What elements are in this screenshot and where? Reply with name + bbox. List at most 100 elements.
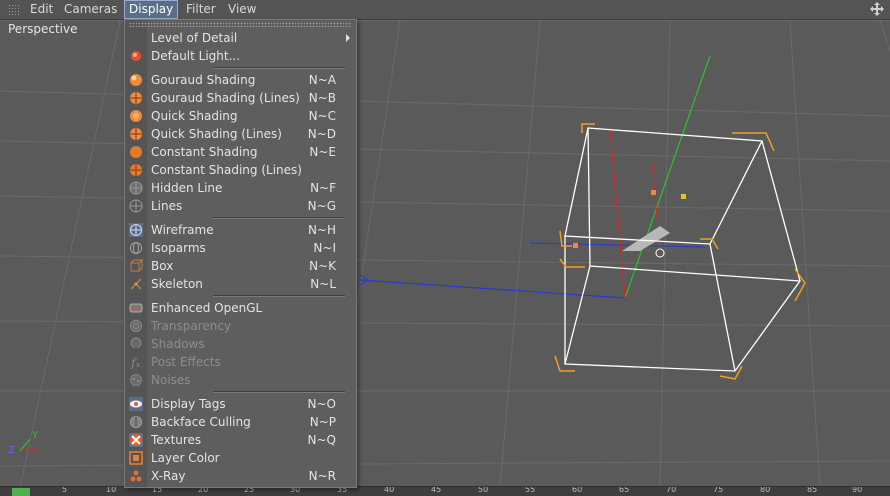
menu-item-label: Hidden Line bbox=[151, 181, 223, 195]
move-view-icon[interactable] bbox=[870, 2, 884, 16]
menu-item-quick-shading[interactable]: Quick Shading N~C bbox=[125, 107, 356, 125]
gouraud-shading-icon bbox=[130, 74, 142, 86]
lines-icon bbox=[129, 199, 143, 213]
menu-item-label: Box bbox=[151, 259, 174, 273]
menu-item-enhanced-opengl[interactable]: Enhanced OpenGL bbox=[125, 299, 356, 317]
menu-item-constant-shading-lines[interactable]: Constant Shading (Lines) bbox=[125, 161, 356, 179]
submenu-arrow-icon bbox=[346, 34, 350, 42]
menu-item-label: X-Ray bbox=[151, 469, 186, 483]
quick-shading-lines-icon bbox=[130, 128, 142, 140]
menu-item-shortcut: N~C bbox=[308, 109, 336, 123]
handle-point[interactable] bbox=[681, 194, 686, 199]
ruler-tick: 90 bbox=[852, 486, 863, 494]
menu-item-backface-culling[interactable]: Backface Culling N~P bbox=[125, 413, 356, 431]
viewport-label[interactable]: Perspective bbox=[8, 22, 78, 36]
ruler-tick: 80 bbox=[760, 486, 771, 494]
menu-item-level-of-detail[interactable]: Level of Detail bbox=[125, 29, 356, 47]
constant-shading-icon bbox=[130, 146, 142, 158]
gouraud-shading-lines-icon bbox=[130, 92, 142, 104]
menu-item-xray[interactable]: X-Ray N~R bbox=[125, 467, 356, 485]
menu-separator bbox=[213, 67, 345, 69]
menu-item-wireframe[interactable]: Wireframe N~H bbox=[125, 221, 356, 239]
menu-separator bbox=[213, 391, 345, 393]
cube-wireframe[interactable] bbox=[564, 127, 801, 372]
menu-view[interactable]: View bbox=[224, 0, 260, 19]
xray-icon bbox=[130, 470, 142, 482]
menu-item-label: Transparency bbox=[151, 319, 232, 333]
menu-item-shortcut: N~Q bbox=[307, 433, 336, 447]
menu-item-box[interactable]: Box N~K bbox=[125, 257, 356, 275]
menu-item-shortcut: N~H bbox=[307, 223, 336, 237]
menu-item-label: Display Tags bbox=[151, 397, 226, 411]
menu-item-shortcut: N~B bbox=[308, 91, 336, 105]
hidden-line-icon bbox=[129, 181, 143, 195]
menu-item-gouraud-shading-lines[interactable]: Gouraud Shading (Lines) N~B bbox=[125, 89, 356, 107]
shadows-icon bbox=[130, 337, 142, 351]
menubar: Edit Cameras Display Filter View bbox=[0, 0, 890, 20]
menu-item-shortcut: N~A bbox=[308, 73, 336, 87]
handle-point[interactable] bbox=[573, 243, 578, 248]
menu-item-shortcut: N~L bbox=[310, 277, 336, 291]
menu-item-default-light[interactable]: Default Light... bbox=[125, 47, 356, 65]
menu-item-label: Default Light... bbox=[151, 49, 241, 63]
menu-item-shortcut: N~D bbox=[307, 127, 336, 141]
menu-item-label: Noises bbox=[151, 373, 191, 387]
menu-item-quick-shading-lines[interactable]: Quick Shading (Lines) N~D bbox=[125, 125, 356, 143]
menu-item-shortcut: N~K bbox=[309, 259, 336, 273]
menu-item-shortcut: N~I bbox=[313, 241, 336, 255]
axis-indicator: Y Z bbox=[8, 430, 40, 456]
menu-tearoff-handle[interactable] bbox=[129, 22, 351, 27]
ruler-tick: 5 bbox=[62, 486, 68, 494]
menu-item-label: Backface Culling bbox=[151, 415, 251, 429]
menu-item-hidden-line[interactable]: Hidden Line N~F bbox=[125, 179, 356, 197]
menu-cameras[interactable]: Cameras bbox=[60, 0, 121, 19]
menu-item-label: Wireframe bbox=[151, 223, 214, 237]
menu-item-display-tags[interactable]: Display Tags N~O bbox=[125, 395, 356, 413]
menu-edit[interactable]: Edit bbox=[26, 0, 57, 19]
menu-item-textures[interactable]: Textures N~Q bbox=[125, 431, 356, 449]
menu-item-label: Skeleton bbox=[151, 277, 203, 291]
display-dropdown-menu: Level of Detail Default Light... Gouraud… bbox=[124, 19, 357, 488]
menu-item-transparency: Transparency bbox=[125, 317, 356, 335]
menu-item-label: Gouraud Shading bbox=[151, 73, 256, 87]
ruler-tick: 75 bbox=[713, 486, 724, 494]
menu-item-layer-color[interactable]: Layer Color bbox=[125, 449, 356, 467]
ruler-tick: 55 bbox=[525, 486, 536, 494]
menu-separator bbox=[213, 217, 345, 219]
menu-item-label: Shadows bbox=[151, 337, 205, 351]
ruler-tick: 85 bbox=[807, 486, 818, 494]
menu-item-isoparms[interactable]: Isoparms N~I bbox=[125, 239, 356, 257]
menu-filter[interactable]: Filter bbox=[182, 0, 220, 19]
ruler-tick: 45 bbox=[431, 486, 442, 494]
menu-item-label: Lines bbox=[151, 199, 183, 213]
menu-item-skeleton[interactable]: Skeleton N~L bbox=[125, 275, 356, 293]
y-axis-line bbox=[624, 55, 711, 299]
display-tags-icon bbox=[129, 397, 143, 411]
textures-icon bbox=[129, 433, 143, 447]
menu-item-shortcut: N~P bbox=[309, 415, 336, 429]
ruler-tick: 50 bbox=[478, 486, 489, 494]
menu-item-post-effects: fx Post Effects bbox=[125, 353, 356, 371]
quick-shading-icon bbox=[130, 110, 142, 122]
selected-object[interactable] bbox=[622, 226, 670, 251]
menu-item-lines[interactable]: Lines N~G bbox=[125, 197, 356, 215]
menu-item-shortcut: N~E bbox=[309, 145, 336, 159]
menu-item-label: Level of Detail bbox=[151, 31, 238, 45]
ruler-tick: 60 bbox=[572, 486, 583, 494]
post-effects-icon: fx bbox=[130, 356, 140, 369]
menu-item-label: Post Effects bbox=[151, 355, 221, 369]
menu-item-shortcut: N~G bbox=[307, 199, 336, 213]
menu-item-label: Constant Shading (Lines) bbox=[151, 163, 302, 177]
backface-culling-icon bbox=[130, 416, 142, 428]
menu-item-gouraud-shading[interactable]: Gouraud Shading N~A bbox=[125, 71, 356, 89]
menu-item-shortcut: N~O bbox=[307, 397, 336, 411]
menubar-grip[interactable] bbox=[8, 4, 20, 15]
menu-display[interactable]: Display bbox=[124, 0, 179, 19]
box-icon bbox=[130, 259, 143, 272]
menu-item-label: Layer Color bbox=[151, 451, 220, 465]
layer-color-icon bbox=[129, 451, 143, 465]
isoparms-icon bbox=[130, 242, 142, 254]
menu-item-constant-shading[interactable]: Constant Shading N~E bbox=[125, 143, 356, 161]
handle-point[interactable] bbox=[651, 190, 656, 195]
svg-text:x: x bbox=[136, 361, 140, 369]
